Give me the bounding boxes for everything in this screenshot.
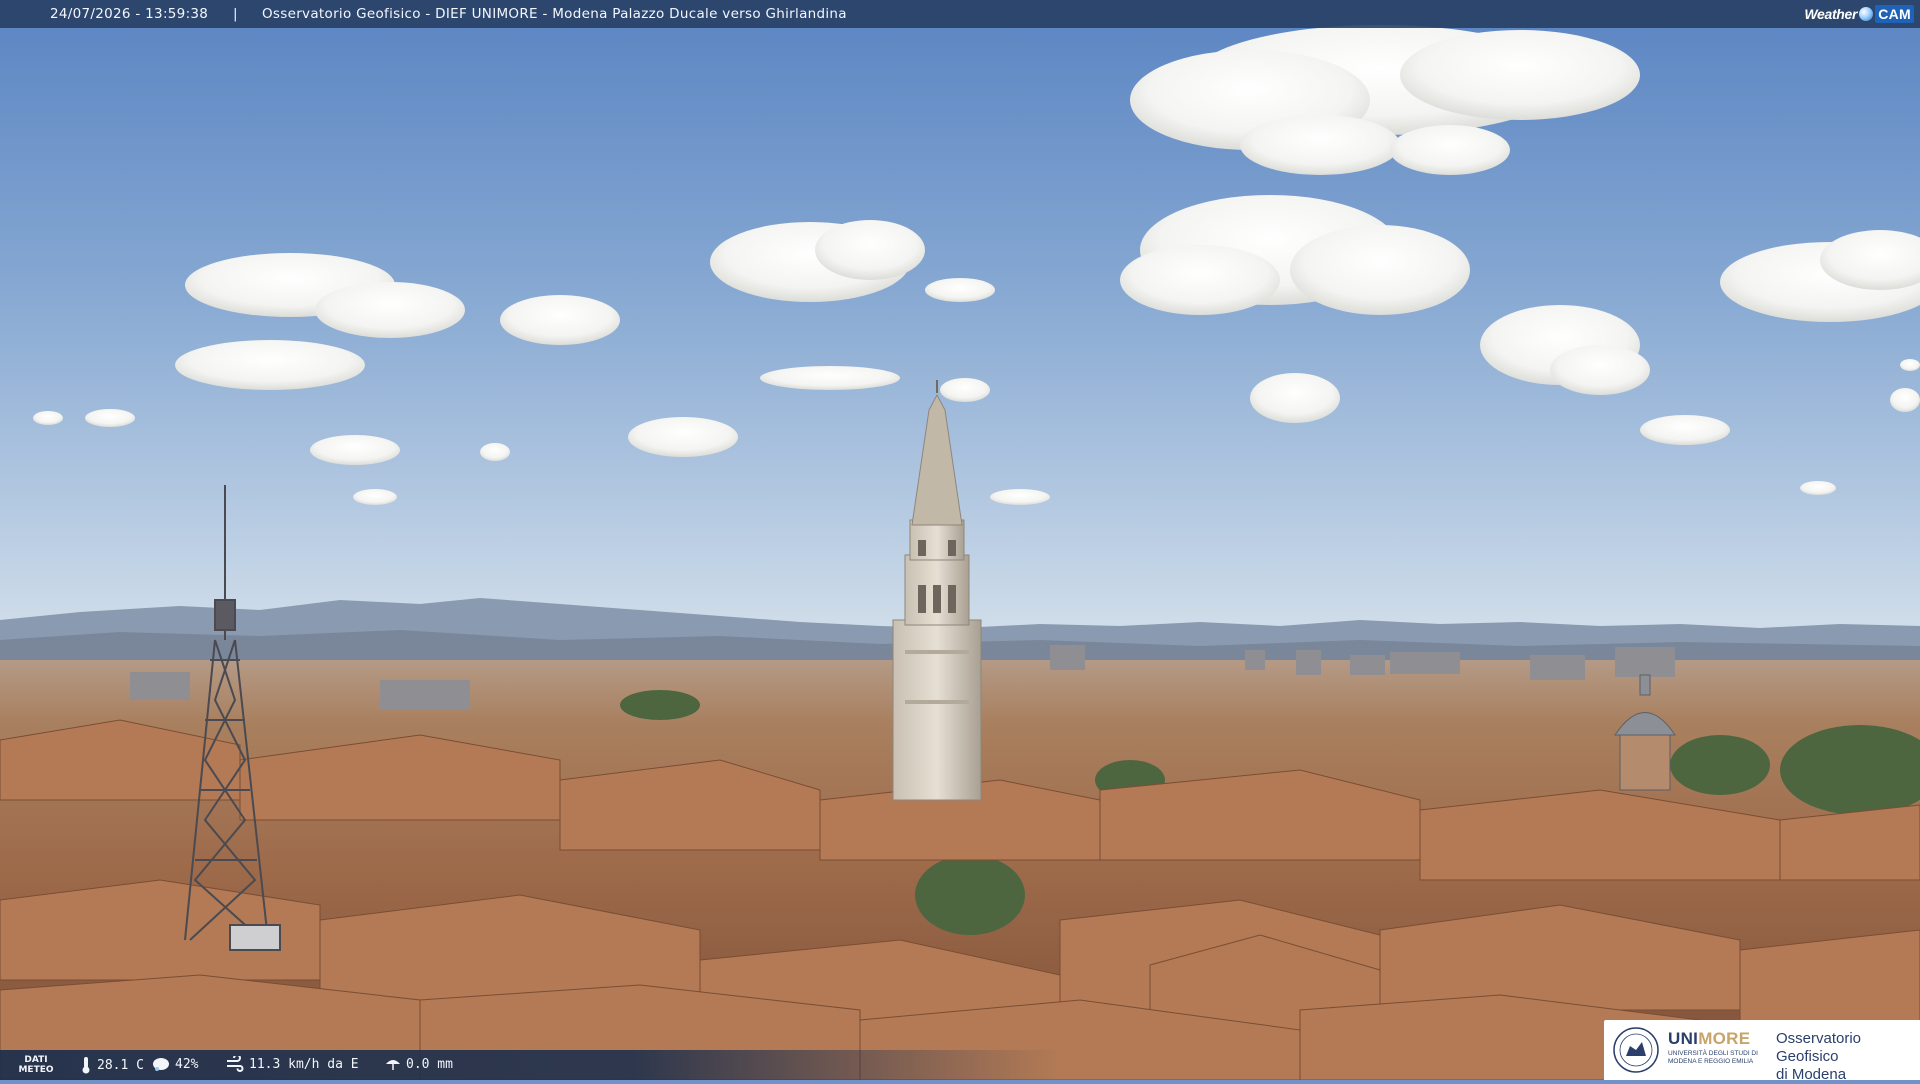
camera-title: Osservatorio Geofisico - DIEF UNIMORE - … [262, 6, 847, 22]
brand-cam: CAM [1875, 5, 1914, 23]
unimore-logo-panel: UNIMORE UNIVERSITÀ DEGLI STUDI DI MODENA… [1604, 1020, 1920, 1083]
globe-icon [1859, 7, 1874, 21]
rain-reading: 0.0 mm [385, 1056, 453, 1072]
brand-text: Weather [1804, 6, 1858, 22]
university-subtitle: UNIVERSITÀ DEGLI STUDI DI MODENA E REGGI… [1668, 1050, 1758, 1065]
wind-icon [227, 1056, 244, 1072]
title-separator: | [233, 6, 238, 22]
umbrella-icon [386, 1060, 400, 1070]
weather-label: DATI METEO [18, 1055, 54, 1075]
humidity-icon [153, 1058, 169, 1071]
temperature-reading: 28.1 C [80, 1056, 144, 1074]
university-seal-icon [1613, 1027, 1659, 1073]
humidity-value: 42% [175, 1056, 199, 1072]
unimore-wordmark: UNIMORE [1668, 1029, 1750, 1049]
wind-value: 11.3 km/h da E [249, 1056, 359, 1072]
wind-reading: 11.3 km/h da E [226, 1056, 359, 1072]
rain-value: 0.0 mm [406, 1056, 453, 1072]
thermometer-icon [82, 1057, 90, 1074]
unimore-prefix: UNI [1668, 1029, 1699, 1048]
top-info-bar: 24/07/2026 - 13:59:38 | Osservatorio Geo… [0, 0, 1920, 28]
temperature-value: 28.1 C [97, 1057, 144, 1073]
weathercam-logo: Weather CAM [1804, 3, 1914, 25]
observatory-line2: di Modena [1776, 1066, 1847, 1083]
timestamp: 24/07/2026 - 13:59:38 [50, 6, 209, 22]
unimore-suffix: MORE [1698, 1029, 1751, 1048]
weather-data-bar: DATI METEO 28.1 C 42% 11.3 km/h da E 0.0… [0, 1050, 1060, 1080]
webcam-image [0, 0, 1920, 1080]
humidity-reading: 42% [152, 1056, 198, 1072]
observatory-line1: Osservatorio Geofisico [1776, 1030, 1862, 1065]
observatory-name: Osservatorio Geofisico di Modena [1776, 1030, 1920, 1084]
